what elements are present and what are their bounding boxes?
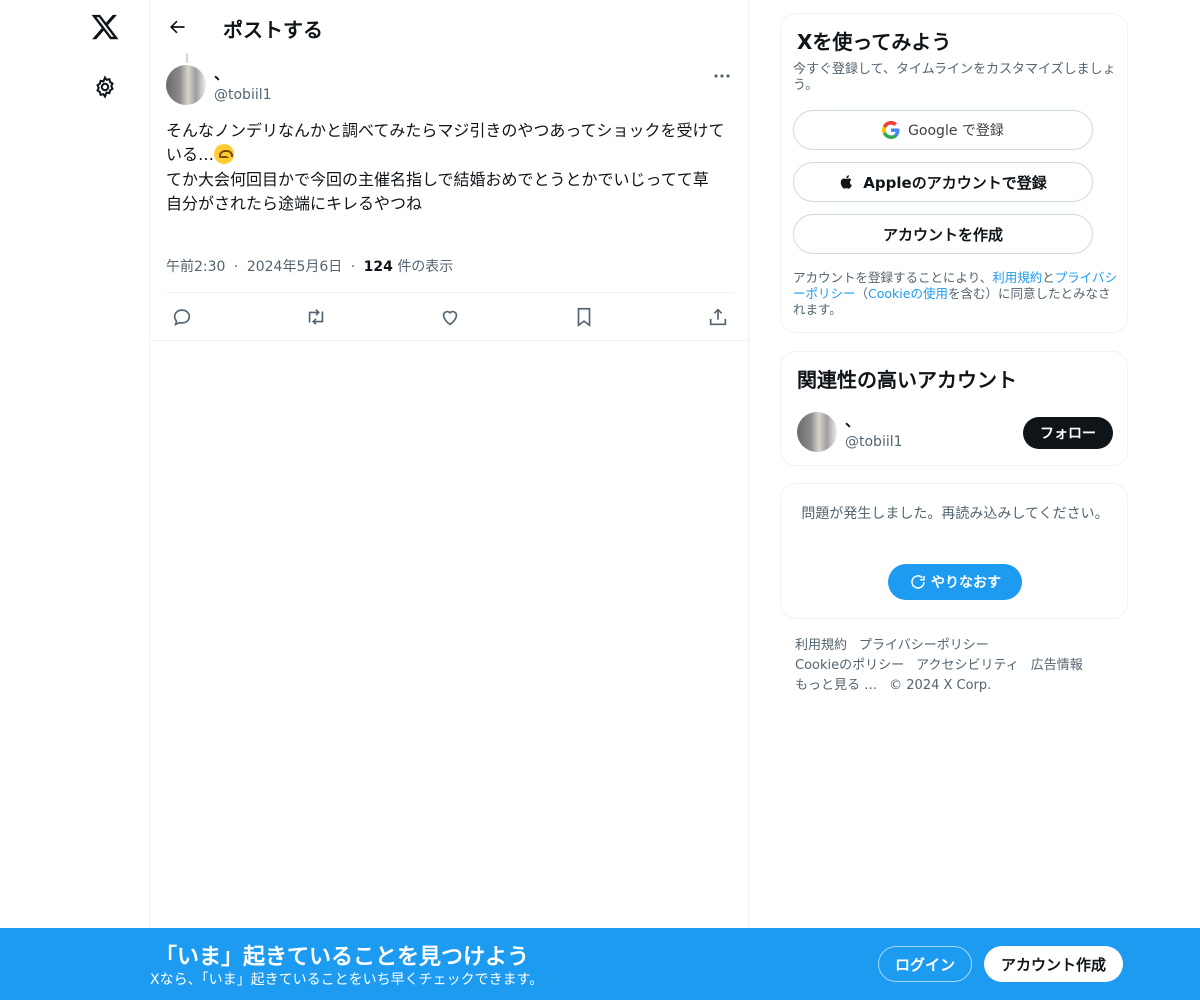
post-text-line: そんなノンデリなんかと調べてみたらマジ引きのやつあってショックを受けている… <box>166 121 725 165</box>
post-text-line: てか大会何回目かで今回の主催名指しで結婚おめでとうとかでいじってて草 <box>166 169 709 189</box>
post-text: そんなノンデリなんかと調べてみたらマジ引きのやつあってショックを受けている… て… <box>166 119 736 216</box>
create-account-label: アカウントを作成 <box>882 225 1003 244</box>
reply-button[interactable] <box>170 305 194 329</box>
main-column: ポストする 、 @tobiil1 そんなノンデリなんかと調べてみたらマジ引きのや… <box>149 0 750 1000</box>
banner-title: 「いま」起きていることを見つけよう <box>155 945 530 970</box>
meta-separator: · <box>350 259 356 275</box>
avatar[interactable] <box>797 412 837 452</box>
terms-link[interactable]: 利用規約 <box>992 270 1042 285</box>
thread-line <box>186 53 188 63</box>
avatar[interactable] <box>166 65 206 105</box>
repost-icon <box>308 309 324 325</box>
author-handle[interactable]: @tobiil1 <box>214 87 272 103</box>
share-button[interactable] <box>706 305 730 329</box>
apple-icon <box>841 175 853 189</box>
upside-down-face-icon <box>214 144 235 165</box>
x-logo-icon[interactable] <box>90 12 120 42</box>
more-options-button[interactable] <box>710 67 734 85</box>
google-signup-label: Google で登録 <box>908 123 1004 139</box>
repost-button[interactable] <box>304 305 328 329</box>
views-label: 件の表示 <box>397 259 454 275</box>
author-name[interactable]: 、 <box>214 63 229 84</box>
footer-links: 利用規約 プライバシーポリシー Cookieのポリシー アクセシビリティ 広告情報 も… <box>795 636 1115 696</box>
page-title: ポストする <box>223 18 323 42</box>
signup-button[interactable]: アカウント作成 <box>984 946 1123 982</box>
legal-text: と <box>1042 270 1055 285</box>
footer-link-ads[interactable]: 広告情報 <box>1031 658 1083 673</box>
footer-link-privacy[interactable]: プライバシーポリシー <box>859 638 989 653</box>
post-time[interactable]: 午前2:30 <box>166 259 225 275</box>
back-button[interactable] <box>164 14 190 40</box>
like-icon <box>442 310 458 326</box>
refresh-icon <box>911 575 925 589</box>
related-title: 関連性の高いアカウント <box>797 368 1017 392</box>
apple-signup-button[interactable]: Appleのアカウントで登録 <box>793 162 1093 202</box>
error-card: 問題が発生しました。再読み込みしてください。 やりなおす <box>780 483 1128 619</box>
related-account-handle[interactable]: @tobiil1 <box>845 434 903 450</box>
post-text-line: 自分がされたら途端にキレるやつね <box>166 193 423 213</box>
meta-separator: · <box>233 259 239 275</box>
post-actions <box>166 292 734 341</box>
google-signup-button[interactable]: Google で登録 <box>793 110 1093 150</box>
legal-text: （ <box>855 286 869 301</box>
signup-legal-text: アカウントを登録することにより、利用規約とプライバシーポリシー（Cookieの使… <box>793 270 1121 318</box>
more-icon <box>714 74 730 78</box>
signup-subtitle: 今すぐ登録して、タイムラインをカスタマイズしましょう。 <box>793 62 1116 93</box>
footer-link-cookie[interactable]: Cookieのポリシー <box>795 658 904 673</box>
follow-button[interactable]: フォロー <box>1023 417 1113 449</box>
footer-link-more[interactable]: もっと見る … <box>795 678 877 693</box>
banner-subtitle: Xなら、「いま」起きていることをいち早くチェックできます。 <box>150 972 544 988</box>
footer-link-terms[interactable]: 利用規約 <box>795 638 847 653</box>
bookmark-icon <box>577 307 591 327</box>
error-message: 問題が発生しました。再読み込みしてください。 <box>801 506 1109 522</box>
signup-card: Xを使ってみよう 今すぐ登録して、タイムラインをカスタマイズしましょう。 Goo… <box>780 13 1128 333</box>
gear-icon[interactable] <box>93 75 117 99</box>
legal-text: アカウントを登録することにより、 <box>793 270 993 285</box>
page-header: ポストする <box>150 0 750 53</box>
views-count: 124 <box>363 259 393 275</box>
related-account-name[interactable]: 、 <box>845 410 860 431</box>
post-date[interactable]: 2024年5月6日 <box>247 259 342 275</box>
arrow-left-icon <box>169 20 185 34</box>
bookmark-button[interactable] <box>572 305 596 329</box>
footer-link-accessibility[interactable]: アクセシビリティ <box>916 658 1019 673</box>
cookie-link[interactable]: Cookieの使用 <box>868 286 948 301</box>
retry-button[interactable]: やりなおす <box>888 564 1022 600</box>
apple-signup-label: Appleのアカウントで登録 <box>863 173 1047 192</box>
related-accounts-card: 関連性の高いアカウント 、 @tobiil1 フォロー <box>780 351 1128 466</box>
google-icon <box>882 121 900 139</box>
divider <box>150 340 750 341</box>
post-meta: 午前2:30 · 2024年5月6日 · 124 件の表示 <box>166 256 453 276</box>
share-icon <box>709 308 727 326</box>
copyright: © 2024 X Corp. <box>889 678 992 693</box>
left-nav <box>70 0 140 1000</box>
signup-banner: 「いま」起きていることを見つけよう Xなら、「いま」起きていることをいち早くチェ… <box>0 928 1200 1000</box>
create-account-button[interactable]: アカウントを作成 <box>793 214 1093 254</box>
like-button[interactable] <box>438 305 462 329</box>
retry-label: やりなおす <box>931 575 1001 591</box>
signup-title: Xを使ってみよう <box>797 30 952 54</box>
login-button[interactable]: ログイン <box>878 946 972 982</box>
reply-icon <box>173 309 191 326</box>
